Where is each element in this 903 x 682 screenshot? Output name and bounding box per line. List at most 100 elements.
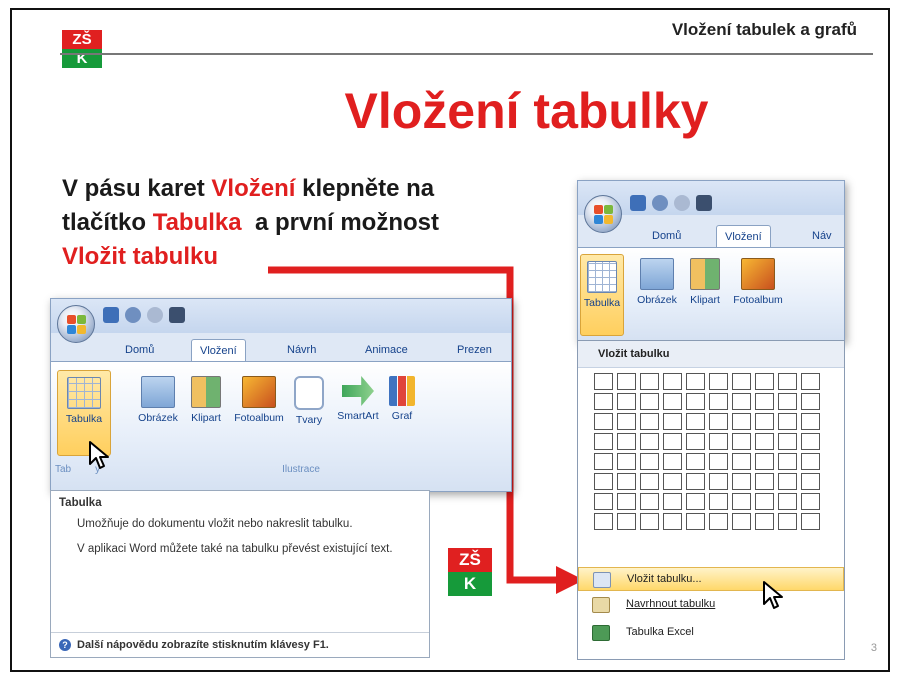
- grid-cell[interactable]: [755, 393, 774, 410]
- office-button[interactable]: [57, 305, 95, 343]
- grid-cell[interactable]: [778, 413, 797, 430]
- grid-cell[interactable]: [732, 453, 751, 470]
- save-icon[interactable]: [103, 307, 119, 323]
- grid-cell[interactable]: [778, 513, 797, 530]
- grid-cell[interactable]: [732, 393, 751, 410]
- grid-cell[interactable]: [801, 453, 820, 470]
- grid-cell[interactable]: [640, 433, 659, 450]
- save-icon-right[interactable]: [630, 195, 646, 211]
- grid-cell[interactable]: [732, 373, 751, 390]
- clipart-button-right[interactable]: Klipart: [684, 258, 726, 306]
- grid-cell[interactable]: [755, 413, 774, 430]
- grid-cell[interactable]: [709, 473, 728, 490]
- chart-button[interactable]: Graf: [385, 376, 419, 422]
- grid-cell[interactable]: [732, 513, 751, 530]
- table-button-right[interactable]: Tabulka: [580, 254, 624, 336]
- grid-cell[interactable]: [663, 493, 682, 510]
- grid-cell[interactable]: [594, 453, 613, 470]
- photo-album-button-right[interactable]: Fotoalbum: [728, 258, 788, 306]
- redo-icon-right[interactable]: [674, 195, 690, 211]
- grid-cell[interactable]: [686, 373, 705, 390]
- grid-cell[interactable]: [709, 453, 728, 470]
- grid-cell[interactable]: [617, 493, 636, 510]
- grid-cell[interactable]: [778, 373, 797, 390]
- clipart-button[interactable]: Klipart: [185, 376, 227, 424]
- grid-cell[interactable]: [617, 413, 636, 430]
- grid-cell[interactable]: [709, 493, 728, 510]
- grid-cell[interactable]: [686, 413, 705, 430]
- grid-cell[interactable]: [709, 413, 728, 430]
- smartart-button[interactable]: SmartArt: [333, 376, 383, 422]
- grid-cell[interactable]: [640, 373, 659, 390]
- grid-cell[interactable]: [755, 473, 774, 490]
- grid-cell[interactable]: [663, 393, 682, 410]
- undo-icon-right[interactable]: [652, 195, 668, 211]
- grid-cell[interactable]: [755, 453, 774, 470]
- grid-cell[interactable]: [778, 393, 797, 410]
- grid-cell[interactable]: [686, 513, 705, 530]
- shapes-button[interactable]: Tvary: [291, 376, 327, 426]
- grid-cell[interactable]: [594, 393, 613, 410]
- table-size-grid[interactable]: [594, 373, 834, 533]
- slideshow-icon-right[interactable]: [696, 195, 712, 211]
- grid-cell[interactable]: [801, 373, 820, 390]
- grid-cell[interactable]: [617, 513, 636, 530]
- insert-table-menu-item[interactable]: Vložit tabulku...: [578, 567, 844, 591]
- grid-cell[interactable]: [640, 513, 659, 530]
- slideshow-icon[interactable]: [169, 307, 185, 323]
- grid-cell[interactable]: [640, 413, 659, 430]
- draw-table-menu-item[interactable]: Navrhnout tabulku: [578, 593, 844, 615]
- grid-cell[interactable]: [778, 493, 797, 510]
- photo-album-button[interactable]: Fotoalbum: [229, 376, 289, 424]
- grid-cell[interactable]: [732, 433, 751, 450]
- grid-cell[interactable]: [617, 373, 636, 390]
- grid-cell[interactable]: [686, 493, 705, 510]
- grid-cell[interactable]: [640, 473, 659, 490]
- picture-button-right[interactable]: Obrázek: [632, 258, 682, 306]
- grid-cell[interactable]: [801, 493, 820, 510]
- grid-cell[interactable]: [801, 473, 820, 490]
- grid-cell[interactable]: [617, 393, 636, 410]
- grid-cell[interactable]: [801, 413, 820, 430]
- tab-design-right[interactable]: Náv: [804, 225, 840, 247]
- grid-cell[interactable]: [686, 433, 705, 450]
- grid-cell[interactable]: [663, 453, 682, 470]
- tab-home[interactable]: Domů: [117, 339, 162, 361]
- tab-home-right[interactable]: Domů: [644, 225, 689, 247]
- grid-cell[interactable]: [663, 473, 682, 490]
- grid-cell[interactable]: [732, 493, 751, 510]
- tab-slideshow[interactable]: Prezen: [449, 339, 500, 361]
- tab-animations[interactable]: Animace: [357, 339, 416, 361]
- grid-cell[interactable]: [640, 453, 659, 470]
- grid-cell[interactable]: [755, 493, 774, 510]
- grid-cell[interactable]: [732, 473, 751, 490]
- grid-cell[interactable]: [594, 513, 613, 530]
- grid-cell[interactable]: [709, 373, 728, 390]
- grid-cell[interactable]: [594, 413, 613, 430]
- grid-cell[interactable]: [617, 433, 636, 450]
- grid-cell[interactable]: [617, 473, 636, 490]
- grid-cell[interactable]: [778, 473, 797, 490]
- redo-icon[interactable]: [147, 307, 163, 323]
- picture-button[interactable]: Obrázek: [133, 376, 183, 424]
- grid-cell[interactable]: [801, 433, 820, 450]
- grid-cell[interactable]: [663, 433, 682, 450]
- grid-cell[interactable]: [755, 513, 774, 530]
- tab-design[interactable]: Návrh: [279, 339, 324, 361]
- grid-cell[interactable]: [617, 453, 636, 470]
- grid-cell[interactable]: [640, 493, 659, 510]
- grid-cell[interactable]: [594, 473, 613, 490]
- grid-cell[interactable]: [709, 393, 728, 410]
- grid-cell[interactable]: [686, 453, 705, 470]
- grid-cell[interactable]: [755, 433, 774, 450]
- tab-insert-right[interactable]: Vložení: [716, 225, 771, 248]
- grid-cell[interactable]: [801, 513, 820, 530]
- grid-cell[interactable]: [778, 433, 797, 450]
- grid-cell[interactable]: [686, 473, 705, 490]
- grid-cell[interactable]: [594, 373, 613, 390]
- grid-cell[interactable]: [663, 373, 682, 390]
- tab-insert[interactable]: Vložení: [191, 339, 246, 362]
- grid-cell[interactable]: [663, 413, 682, 430]
- undo-icon[interactable]: [125, 307, 141, 323]
- grid-cell[interactable]: [640, 393, 659, 410]
